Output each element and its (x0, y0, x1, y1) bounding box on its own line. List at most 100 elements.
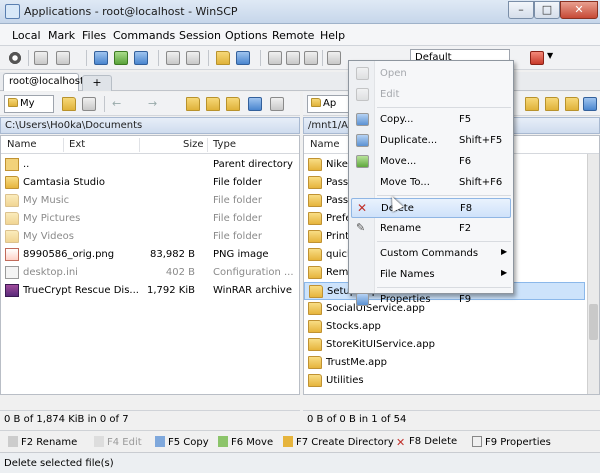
f4-label: F4 Edit (107, 437, 142, 448)
menu-commands[interactable]: Commands (113, 29, 175, 42)
file-name: Print (326, 231, 350, 242)
f2-rename-button[interactable]: F2 Rename (8, 436, 77, 448)
preferences-gear-icon[interactable] (8, 51, 22, 65)
table-row[interactable]: 8990586_orig.png 83,982 B PNG image (1, 246, 299, 264)
table-row[interactable]: My Pictures File folder (1, 210, 299, 228)
refresh-right-icon[interactable] (583, 97, 597, 111)
find-files-icon[interactable] (216, 51, 230, 65)
menu-session[interactable]: Session (179, 29, 221, 42)
menu-item-copy[interactable]: Copy... F5 (351, 110, 511, 130)
table-row[interactable]: .. Parent directory (1, 156, 299, 174)
root-directory-icon[interactable] (206, 97, 220, 111)
menu-files[interactable]: Files (82, 29, 106, 42)
maximize-button[interactable]: □ (534, 1, 560, 19)
menu-item-move[interactable]: Move... F6 (351, 152, 511, 172)
right-scrollbar[interactable] (587, 154, 599, 394)
gray-action-icon (356, 67, 369, 80)
right-directory-dropdown[interactable]: Ap (307, 95, 353, 113)
close-button[interactable]: ✕ (560, 1, 598, 19)
col-type[interactable]: Type (213, 139, 236, 150)
table-row[interactable]: My Videos File folder (1, 228, 299, 246)
properties-icon (472, 436, 482, 447)
chevron-down-icon[interactable]: ▼ (547, 51, 553, 60)
table-row[interactable]: TrueCrypt Rescue Dis... 1,792 KiB WinRAR a… (1, 282, 299, 300)
folder-icon (5, 176, 19, 189)
table-row[interactable]: Utilities (304, 372, 585, 390)
col-ext[interactable]: Ext (69, 139, 85, 150)
ini-icon (5, 266, 19, 279)
disconnect-icon[interactable] (530, 51, 544, 65)
filter-folder-icon[interactable] (82, 97, 96, 111)
binoculars-icon[interactable] (236, 51, 250, 65)
left-drive-dropdown[interactable]: My (4, 95, 54, 113)
shortcut-label: F2 (459, 223, 472, 234)
synchronize-icon[interactable] (94, 51, 108, 65)
table-row[interactable]: StoreKitUIService.app (304, 336, 585, 354)
forward-arrow-icon[interactable]: → (148, 97, 157, 110)
table-row[interactable]: Stocks.app (304, 318, 585, 336)
menu-item-properties[interactable]: Properties F9 (351, 290, 511, 310)
bookmarks-icon[interactable] (270, 97, 284, 111)
home-directory-right-icon[interactable] (565, 97, 579, 111)
menu-item-rename[interactable]: ✎ Rename F2 (351, 219, 511, 239)
menu-mark[interactable]: Mark (48, 29, 75, 42)
refresh-left-icon[interactable] (248, 97, 262, 111)
f6-move-button[interactable]: F6 Move (218, 436, 273, 448)
compare-icon[interactable] (56, 51, 70, 65)
left-file-list[interactable]: Name Ext Size Type .. Parent directory Cam… (0, 135, 300, 395)
new-tab-button[interactable]: + (82, 75, 112, 91)
shortcut-label: F9 (459, 294, 472, 305)
parent-directory-right-icon[interactable] (525, 97, 539, 111)
minus-select-icon[interactable] (286, 51, 300, 65)
keep-up-to-date-icon[interactable] (114, 51, 128, 65)
table-row[interactable]: desktop.ini 402 B Configuration ... (1, 264, 299, 282)
menu-local[interactable]: Local (12, 29, 41, 42)
menu-item-move-to[interactable]: Move To... Shift+F6 (351, 173, 511, 193)
menu-item-open[interactable]: Open (351, 64, 511, 84)
menu-item-edit[interactable]: Edit (351, 85, 511, 105)
f9-properties-button[interactable]: F9 Properties (472, 436, 551, 448)
f5-copy-button[interactable]: F5 Copy (155, 436, 209, 448)
menu-item-label: Rename (380, 223, 422, 234)
home-directory-icon[interactable] (226, 97, 240, 111)
menu-item-delete[interactable]: ✕ Delete F8 (351, 198, 511, 218)
f4-edit-button[interactable]: F4 Edit (94, 436, 142, 448)
console-icon[interactable] (166, 51, 180, 65)
left-column-header: Name Ext Size Type (1, 136, 299, 154)
menu-item-custom-commands[interactable]: Custom Commands ▶ (351, 244, 511, 264)
tab-root-localhost[interactable]: root@localhost (3, 73, 84, 91)
queue-icon[interactable] (34, 51, 48, 65)
table-row[interactable]: My Music File folder (1, 192, 299, 210)
file-type: File folder (213, 231, 262, 242)
filter-icon[interactable] (327, 51, 341, 65)
parent-directory-icon[interactable] (186, 97, 200, 111)
menu-item-duplicate[interactable]: Duplicate... Shift+F5 (351, 131, 511, 151)
back-arrow-icon[interactable]: ← (112, 97, 121, 110)
select-all-icon[interactable] (304, 51, 318, 65)
shortcut-label: Shift+F6 (459, 177, 503, 188)
menu-help[interactable]: Help (320, 29, 345, 42)
menu-options[interactable]: Options (225, 29, 267, 42)
pencil-icon: ✎ (356, 221, 366, 234)
table-row[interactable]: Camtasia Studio File folder (1, 174, 299, 192)
refresh-icon[interactable] (134, 51, 148, 65)
putty-icon[interactable] (186, 51, 200, 65)
f7-create-directory-button[interactable]: F7 Create Directory (283, 436, 394, 448)
col-size[interactable]: Size (183, 139, 204, 150)
col-name[interactable]: Name (7, 139, 37, 150)
menu-item-label: Move... (380, 156, 417, 167)
file-size: 1,792 KiB (146, 285, 195, 296)
root-directory-right-icon[interactable] (545, 97, 559, 111)
plus-select-icon[interactable] (268, 51, 282, 65)
open-directory-icon[interactable] (62, 97, 76, 111)
blue-action-icon (356, 134, 369, 147)
window-title: Applications - root@localhost - WinSCP (24, 5, 238, 18)
menu-item-file-names[interactable]: File Names ▶ (351, 265, 511, 285)
minimize-button[interactable]: – (508, 1, 534, 19)
folder-icon (5, 230, 19, 243)
menu-remote[interactable]: Remote (272, 29, 314, 42)
col-name-right[interactable]: Name (310, 139, 340, 150)
gray-action-icon (356, 88, 369, 101)
table-row[interactable]: TrustMe.app (304, 354, 585, 372)
f8-delete-button[interactable]: ✕ F8 Delete (396, 436, 457, 449)
